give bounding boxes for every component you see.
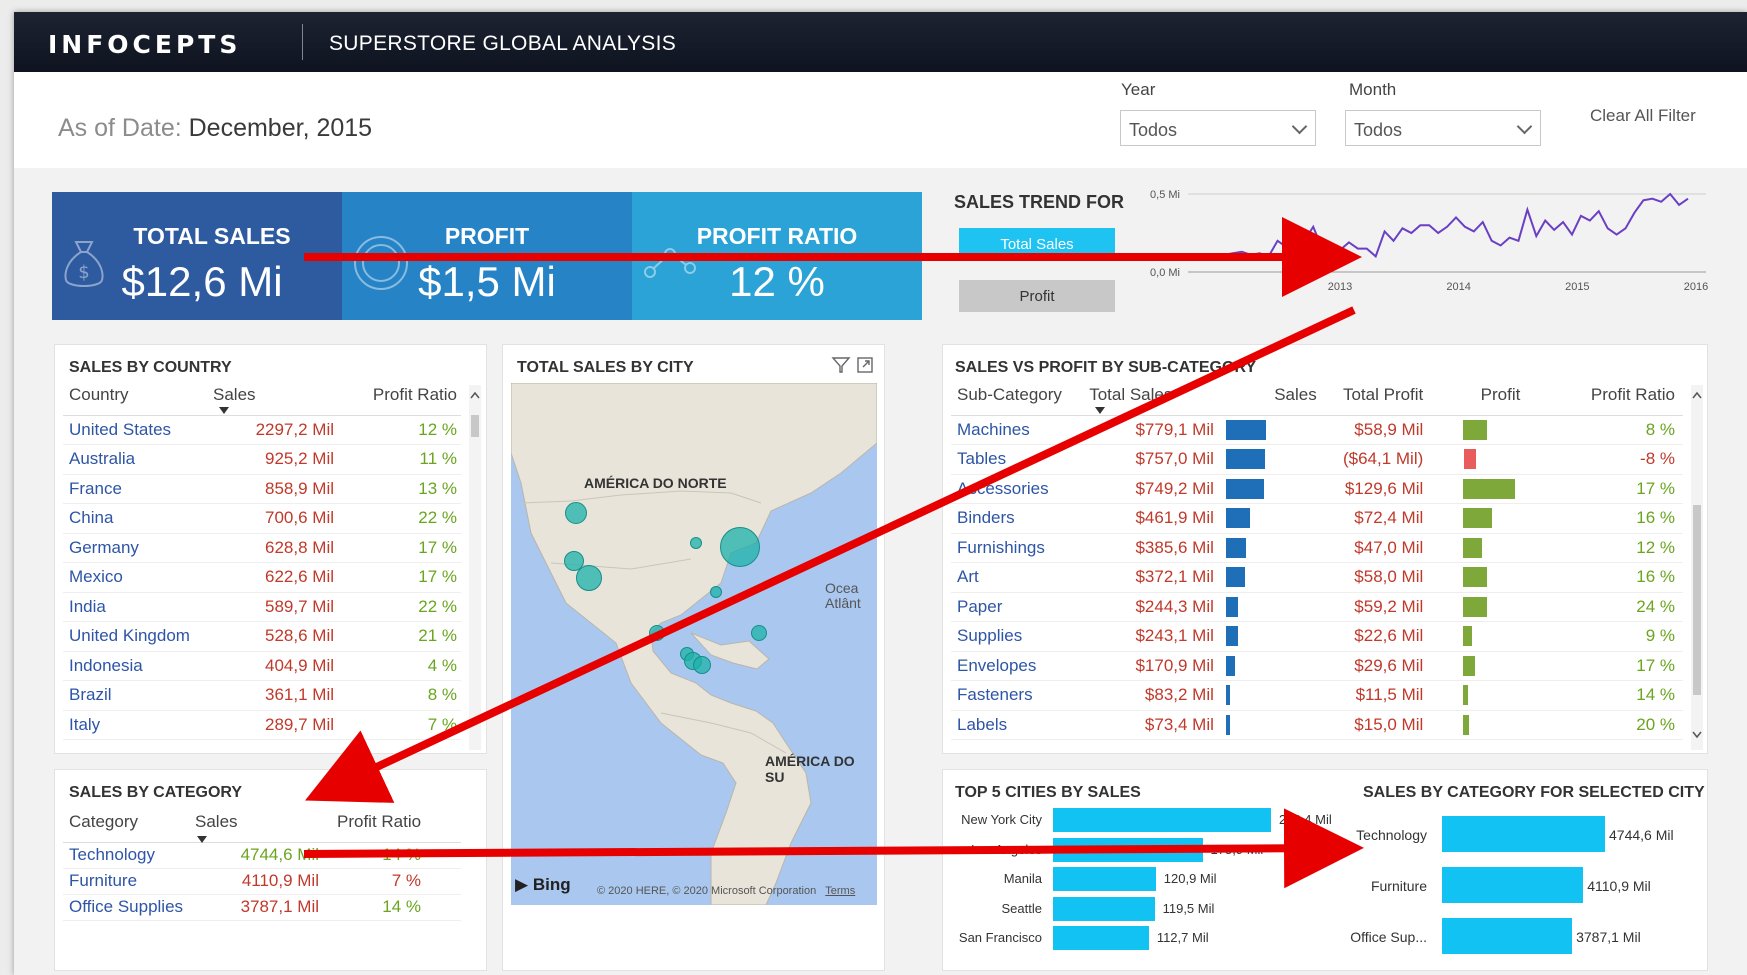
arrow-trend-to-category [305, 306, 1356, 803]
arrow-category-to-city [303, 808, 1364, 889]
annotation-arrows [303, 217, 1364, 889]
dashboard-page: INFOCEPTS SUPERSTORE GLOBAL ANALYSIS As … [14, 12, 1747, 975]
